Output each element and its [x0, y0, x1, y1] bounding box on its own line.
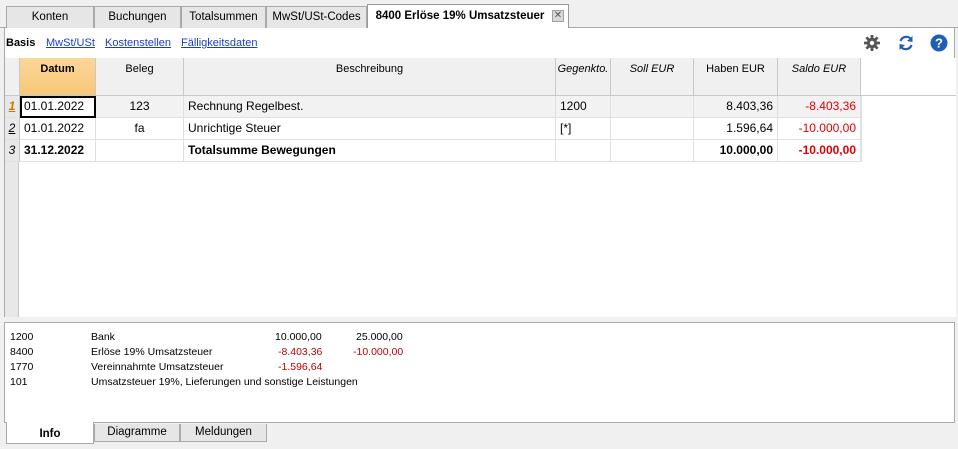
- view-faelligkeitsdaten[interactable]: Fälligkeitsdaten: [181, 37, 257, 49]
- info-value-2: -10.000,00: [353, 346, 404, 358]
- cell-beleg[interactable]: 123: [96, 96, 184, 118]
- cell-saldo[interactable]: -10.000,00: [778, 140, 861, 162]
- info-account-name: Erlöse 19% Umsatzsteuer: [91, 346, 213, 358]
- document-tab-bar: Konten Buchungen Totalsummen MwSt/USt-Co…: [0, 0, 958, 29]
- info-value-1: -1.596,64: [278, 361, 323, 373]
- cell-gegenkonto[interactable]: 1200: [556, 96, 611, 118]
- refresh-icon[interactable]: [896, 33, 916, 53]
- row-number-gutter: [5, 162, 19, 317]
- cell-soll[interactable]: [611, 140, 694, 162]
- column-header-beleg[interactable]: Beleg: [96, 58, 184, 96]
- info-account-name: Umsatzsteuer 19%, Lieferungen und sonsti…: [91, 376, 358, 388]
- cell-datum[interactable]: 01.01.2022: [20, 96, 96, 118]
- tab-info[interactable]: Info: [6, 422, 94, 444]
- gear-icon[interactable]: [862, 33, 882, 53]
- tab-buchungen[interactable]: Buchungen: [94, 6, 181, 28]
- tab-konten[interactable]: Konten: [6, 6, 94, 28]
- cell-soll[interactable]: [611, 96, 694, 118]
- column-header-saldo[interactable]: Saldo EUR: [778, 58, 861, 96]
- cell-datum[interactable]: 01.01.2022: [20, 118, 96, 140]
- row-number: 3: [5, 140, 20, 162]
- tab-diagramme[interactable]: Diagramme: [94, 424, 180, 442]
- cell-saldo[interactable]: -10.000,00: [778, 118, 861, 140]
- tab-account-8400-label: 8400 Erlöse 19% Umsatzsteuer: [375, 10, 545, 22]
- info-value-1: -8.403,36: [278, 346, 323, 358]
- cell-haben[interactable]: 1.596,64: [694, 118, 778, 140]
- cell-beleg[interactable]: [96, 140, 184, 162]
- help-icon[interactable]: ?: [929, 33, 949, 53]
- info-tab-bar: Info Diagramme Meldungen: [0, 422, 958, 449]
- info-account-name: Bank: [91, 331, 115, 343]
- row-number: 2: [5, 118, 20, 140]
- view-selector: Basis MwSt/USt Kostenstellen Fälligkeits…: [5, 28, 954, 58]
- cell-datum[interactable]: 31.12.2022: [20, 140, 96, 162]
- table-filler: [861, 96, 956, 162]
- column-header-beschreibung[interactable]: Beschreibung: [184, 58, 556, 96]
- info-value-1: 10.000,00: [275, 331, 322, 343]
- account-transactions-table: Datum Beleg Beschreibung Gegenkto. Soll …: [5, 58, 956, 317]
- tab-totalsummen[interactable]: Totalsummen: [181, 6, 266, 28]
- column-header-gegenkonto[interactable]: Gegenkto.: [556, 58, 611, 96]
- column-header-haben[interactable]: Haben EUR: [694, 58, 778, 96]
- column-header-soll[interactable]: Soll EUR: [611, 58, 694, 96]
- cell-gegenkonto[interactable]: [556, 140, 611, 162]
- svg-text:?: ?: [935, 36, 943, 51]
- info-account: 1200: [10, 331, 34, 343]
- info-account: 1770: [10, 361, 34, 373]
- cell-beleg[interactable]: fa: [96, 118, 184, 140]
- view-basis[interactable]: Basis: [6, 37, 35, 49]
- cell-soll[interactable]: [611, 118, 694, 140]
- cell-haben[interactable]: 10.000,00: [694, 140, 778, 162]
- cell-haben[interactable]: 8.403,36: [694, 96, 778, 118]
- close-icon[interactable]: ✕: [552, 10, 564, 22]
- row-number-header: [5, 58, 20, 96]
- cell-beschreibung[interactable]: Totalsumme Bewegungen: [184, 140, 556, 162]
- view-mwst[interactable]: MwSt/USt: [46, 37, 95, 49]
- tab-mwst-codes[interactable]: MwSt/USt-Codes: [266, 6, 367, 28]
- tab-account-8400[interactable]: 8400 Erlöse 19% Umsatzsteuer ✕: [367, 4, 569, 29]
- view-kostenstellen[interactable]: Kostenstellen: [105, 37, 171, 49]
- column-header-datum[interactable]: Datum: [20, 58, 96, 96]
- cell-saldo[interactable]: -8.403,36: [778, 96, 861, 118]
- info-value-2: 25.000,00: [356, 331, 403, 343]
- cell-beschreibung[interactable]: Unrichtige Steuer: [184, 118, 556, 140]
- info-account-name: Vereinnahmte Umsatzsteuer: [91, 361, 224, 373]
- tab-meldungen[interactable]: Meldungen: [180, 424, 267, 442]
- cell-beschreibung[interactable]: Rechnung Regelbest.: [184, 96, 556, 118]
- info-panel: 1200 Bank 10.000,00 25.000,00 8400 Erlös…: [4, 322, 955, 423]
- row-number: 1: [5, 96, 20, 118]
- header-filler: [861, 58, 956, 96]
- info-account: 101: [10, 376, 28, 388]
- account-card-panel: Basis MwSt/USt Kostenstellen Fälligkeits…: [4, 28, 956, 317]
- cell-gegenkonto[interactable]: [*]: [556, 118, 611, 140]
- info-account: 8400: [10, 346, 34, 358]
